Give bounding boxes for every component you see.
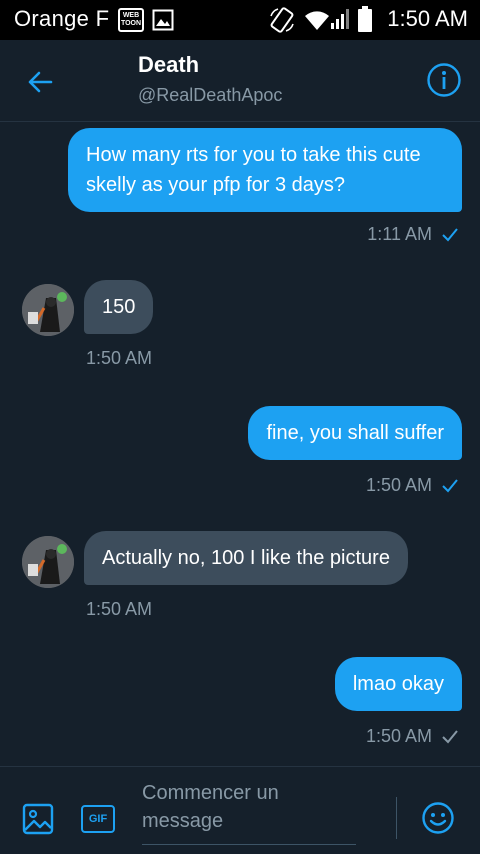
check-icon <box>442 730 458 744</box>
status-bar: Orange F WEB TOON 1:50 AM <box>0 0 480 40</box>
message-bubble-sent[interactable]: How many rts for you to take this cute s… <box>68 128 462 212</box>
avatar[interactable] <box>22 284 74 336</box>
back-arrow-icon <box>28 71 53 93</box>
status-time: 1:50 AM <box>387 6 468 31</box>
gif-button[interactable]: GIF <box>81 805 115 833</box>
timestamp-text: 1:50 AM <box>365 475 432 495</box>
message-composer: GIF Commencer un message <box>0 766 480 854</box>
message-bubble-sent[interactable]: lmao okay <box>334 657 462 711</box>
check-icon <box>442 228 458 242</box>
message-bubble-sent[interactable]: fine, you shall suffer <box>248 406 462 460</box>
check-icon <box>442 479 458 493</box>
conversation-handle[interactable]: @RealDeathApoc <box>138 85 282 106</box>
battery-icon <box>358 6 372 32</box>
death-avatar-icon <box>22 284 74 336</box>
message-timestamp: 1:50 AM <box>366 726 458 747</box>
message-timestamp: 1:50 AM <box>86 348 153 368</box>
composer-divider <box>396 797 397 839</box>
carrier-name: Orange F <box>14 6 110 31</box>
emoji-icon[interactable] <box>421 801 455 835</box>
message-timestamp: 1:11 AM <box>367 224 458 245</box>
rotate-icon <box>270 7 294 33</box>
timestamp-text: 1:11 AM <box>367 224 432 244</box>
back-button[interactable] <box>22 64 58 100</box>
message-input[interactable]: Commencer un message <box>142 779 356 845</box>
message-timestamp: 1:50 AM <box>86 599 153 619</box>
conversation-name[interactable]: Death <box>138 52 199 78</box>
message-timestamp: 1:50 AM <box>366 475 458 496</box>
message-bubble-received[interactable]: Actually no, 100 I like the picture <box>84 531 408 585</box>
death-avatar-icon <box>22 536 74 588</box>
message-bubble-received[interactable]: 150 <box>84 280 154 334</box>
image-icon[interactable] <box>22 803 54 835</box>
timestamp-text: 1:50 AM <box>365 726 432 746</box>
info-icon[interactable] <box>426 62 462 98</box>
conversation-header: Death @RealDeathApoc <box>0 40 480 122</box>
wifi-icon <box>305 11 329 30</box>
signal-icon <box>331 9 349 29</box>
webtoon-notification-icon: WEB TOON <box>118 8 144 32</box>
gallery-notification-icon <box>152 9 174 31</box>
avatar[interactable] <box>22 536 74 588</box>
